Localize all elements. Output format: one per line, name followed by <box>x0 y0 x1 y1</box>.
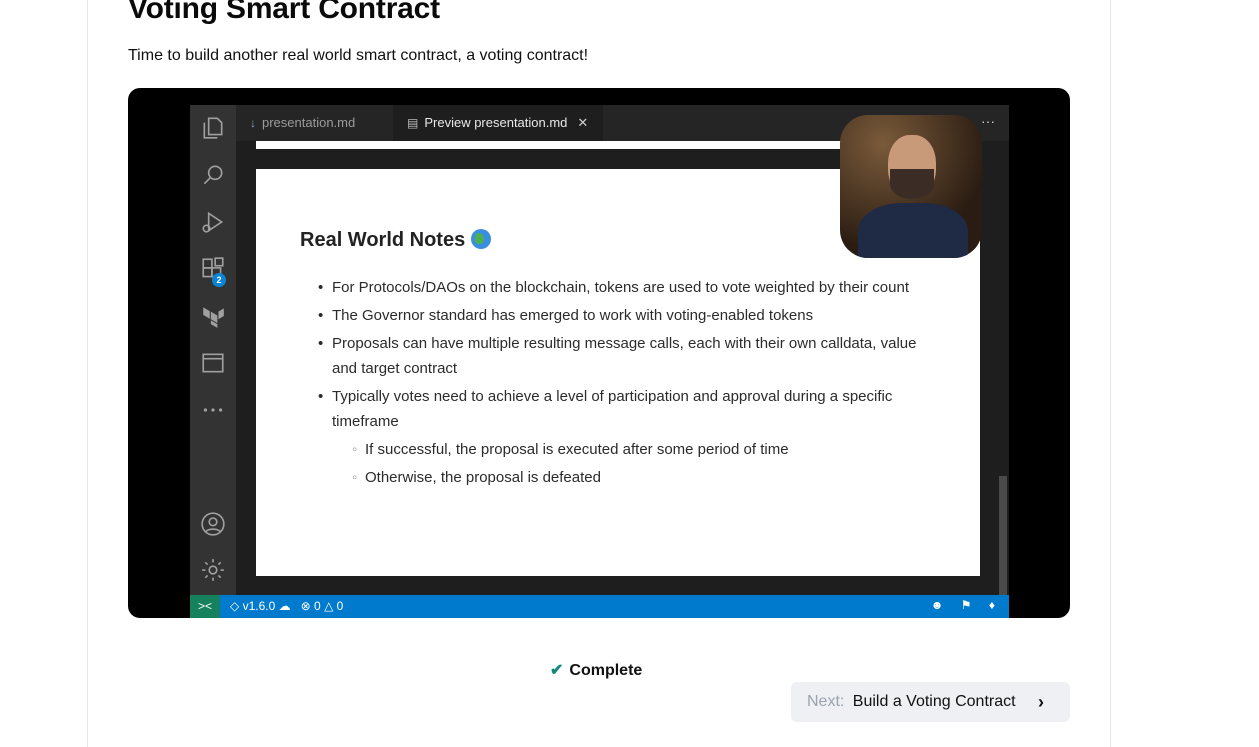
error-icon: ⊗ <box>300 599 311 613</box>
sub-list-item: If successful, the proposal is executed … <box>320 437 940 462</box>
tag-icon: ◇ <box>230 599 240 613</box>
status-bar: >< ◇ v1.6.0 ☁ ⊗ 0 △ 0 ☻ ⚑ ♦ <box>190 595 1009 618</box>
activity-bar: 2 <box>190 105 236 595</box>
slide-heading: Real World Notes <box>300 229 492 252</box>
next-lesson-button[interactable]: Next: Build a Voting Contract › <box>791 682 1070 722</box>
slide-bullets: For Protocols/DAOs on the blockchain, to… <box>318 275 940 493</box>
close-icon: ✕ <box>577 115 589 130</box>
status-right: ☻ ⚑ ♦ <box>917 598 995 612</box>
window-icon <box>200 350 226 376</box>
search-icon <box>200 162 226 188</box>
status-left: ◇ v1.6.0 ☁ ⊗ 0 △ 0 <box>230 599 344 613</box>
bell-icon: ♦ <box>988 598 995 612</box>
markdown-icon: ↓ <box>250 116 256 130</box>
sync-icon: ☁ <box>278 599 291 613</box>
terraform-icon <box>200 303 226 329</box>
chevron-right-icon: › <box>1038 692 1044 712</box>
globe-icon <box>471 229 492 249</box>
list-item: The Governor standard has emerged to wor… <box>318 303 940 328</box>
warning-icon: △ <box>324 599 334 613</box>
tab-presentation-md: ↓ presentation.md <box>236 105 393 141</box>
tab-preview-presentation: ▤ Preview presentation.md ✕ <box>393 105 603 141</box>
more-icon <box>200 397 226 423</box>
remote-icon: >< <box>190 595 220 618</box>
list-item: Proposals can have multiple resulting me… <box>318 331 940 381</box>
list-item: For Protocols/DAOs on the blockchain, to… <box>318 275 940 300</box>
complete-status: ✔ Complete <box>550 662 643 679</box>
editor-more-icon: ··· <box>981 113 995 129</box>
extensions-badge: 2 <box>212 273 226 287</box>
sub-list-item: Otherwise, the proposal is defeated <box>320 465 940 490</box>
account-icon <box>200 511 226 537</box>
video-player[interactable]: 2 ↓ presentation.md ▤ Preview presentati… <box>128 88 1070 618</box>
presenter-webcam <box>840 115 982 258</box>
feedback-icon: ⚑ <box>960 598 972 612</box>
list-item: Typically votes need to achieve a level … <box>318 384 940 434</box>
editor-scrollbar <box>999 476 1007 595</box>
page-title: Voting Smart Contract <box>128 0 440 25</box>
files-icon <box>200 115 226 141</box>
settings-icon <box>200 557 226 583</box>
copilot-icon: ☻ <box>930 598 944 612</box>
run-debug-icon <box>200 209 226 235</box>
preview-icon: ▤ <box>407 116 419 130</box>
check-icon: ✔ <box>550 662 564 679</box>
page-subtitle: Time to build another real world smart c… <box>128 47 589 64</box>
